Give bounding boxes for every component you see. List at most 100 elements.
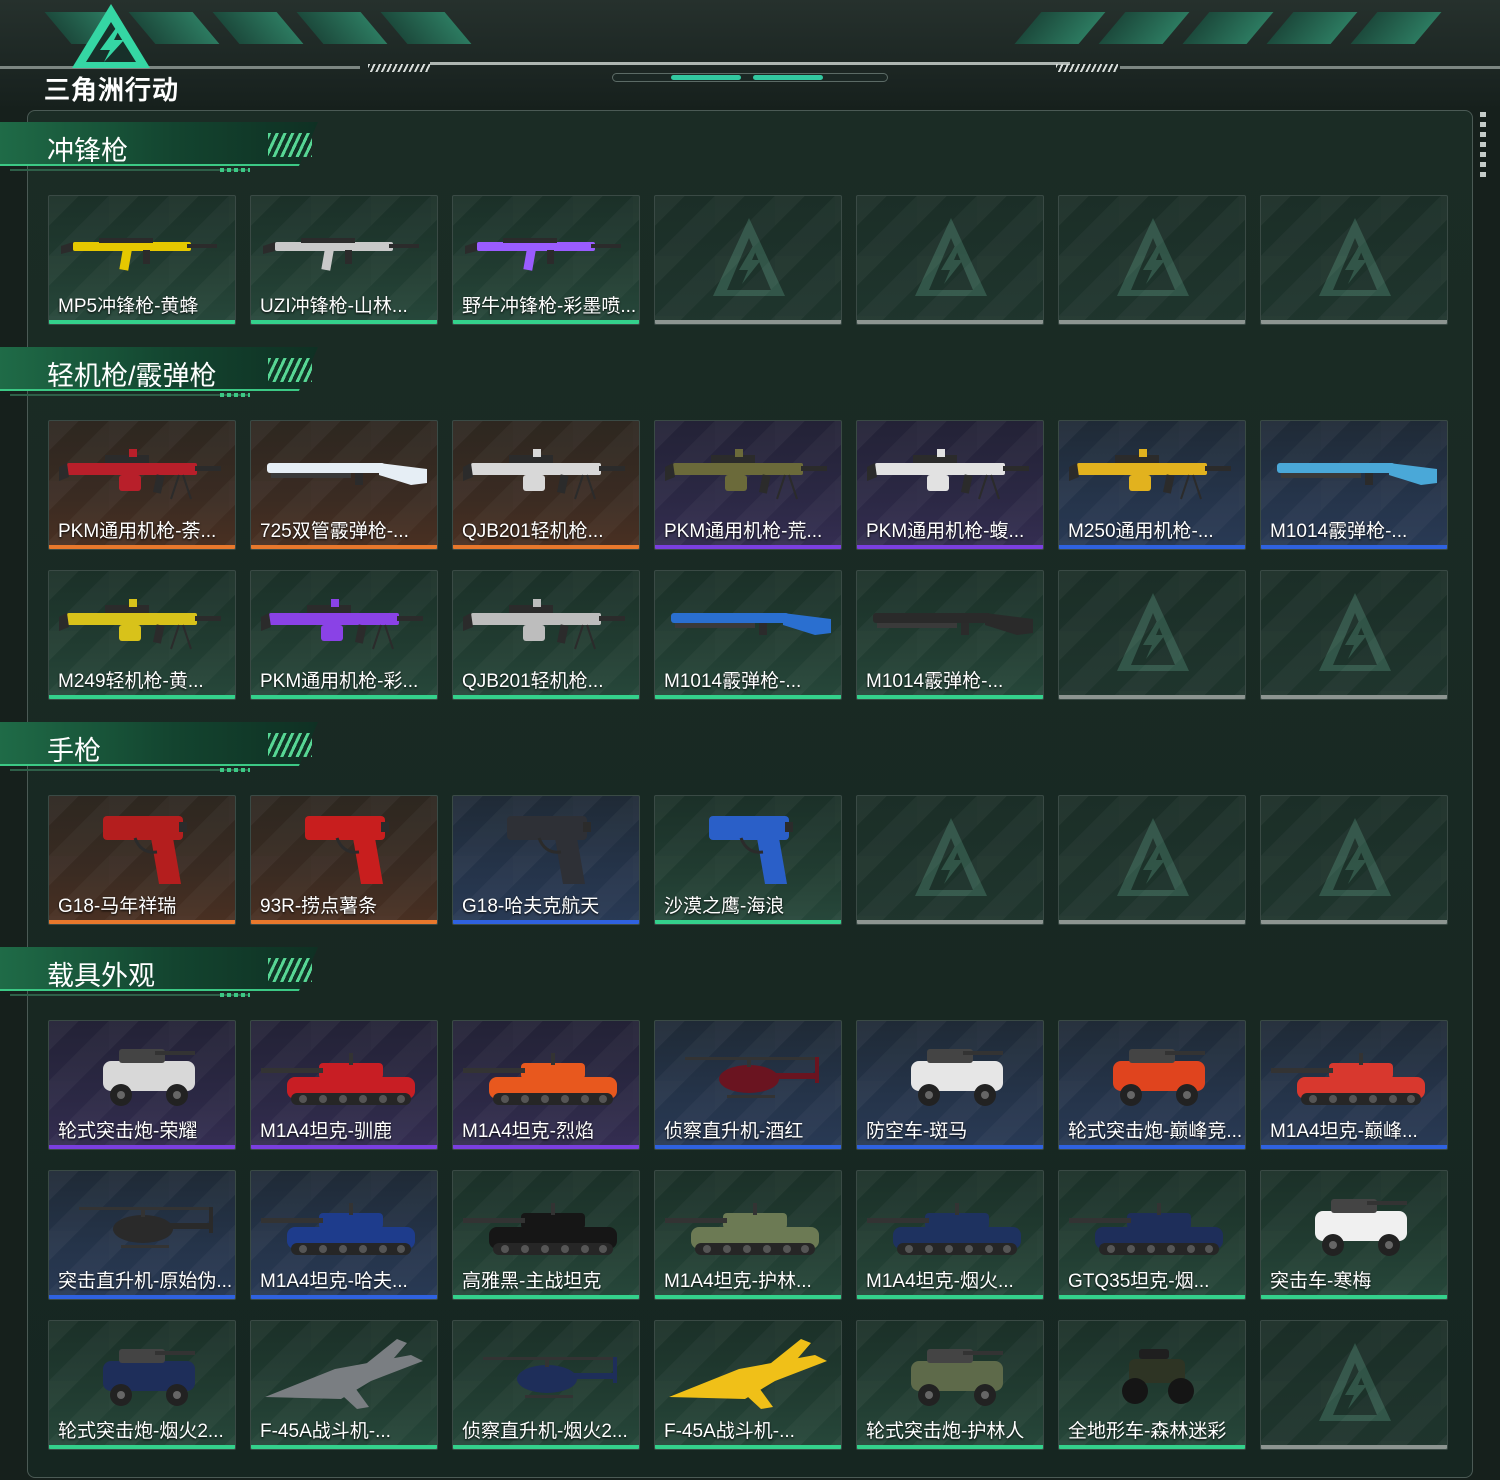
- item-label: F-45A战斗机-...: [664, 1421, 795, 1442]
- rarity-bar: [1261, 545, 1447, 549]
- machine-gun-icon: [1069, 449, 1231, 500]
- rarity-bar: [1059, 695, 1245, 699]
- helicopter-icon: [483, 1357, 617, 1398]
- item-card[interactable]: M250通用机枪-...: [1058, 420, 1246, 550]
- item-card[interactable]: M1014霰弹枪-...: [654, 570, 842, 700]
- item-label: M1A4坦克-驯鹿: [260, 1121, 392, 1142]
- item-card[interactable]: G18-哈夫克航天: [452, 795, 640, 925]
- item-card[interactable]: M1A4坦克-烈焰: [452, 1020, 640, 1150]
- item-row-pistol: G18-马年祥瑞 93R-捞点薯条 G18-哈夫克航天 沙漠之鹰-海浪: [48, 795, 1448, 925]
- section-header-smg: 冲锋枪: [0, 122, 330, 174]
- placeholder-logo-icon: [1117, 593, 1189, 671]
- item-card[interactable]: 93R-捞点薯条: [250, 795, 438, 925]
- item-card[interactable]: 725双管霰弹枪-...: [250, 420, 438, 550]
- item-card[interactable]: 轮式突击炮-烟火2...: [48, 1320, 236, 1450]
- item-card[interactable]: M1A4坦克-巅峰...: [1260, 1020, 1448, 1150]
- rarity-bar: [251, 545, 437, 549]
- item-label: 725双管霰弹枪-...: [260, 521, 409, 542]
- armored-car-icon: [911, 1049, 1003, 1106]
- item-card[interactable]: 沙漠之鹰-海浪: [654, 795, 842, 925]
- item-label: M1A4坦克-烟火...: [866, 1271, 1014, 1292]
- item-row-vehicle-1: 轮式突击炮-荣耀 M1A4坦克-驯鹿 M1A4坦克-烈焰 侦察直升机-酒红 防空…: [48, 1020, 1448, 1150]
- armored-car-icon: [911, 1349, 1003, 1406]
- item-card[interactable]: F-45A战斗机-...: [654, 1320, 842, 1450]
- item-card[interactable]: M1A4坦克-护林...: [654, 1170, 842, 1300]
- shotgun-icon: [671, 613, 831, 635]
- placeholder-logo-icon: [1319, 593, 1391, 671]
- item-card[interactable]: MP5冲锋枪-黄蜂: [48, 195, 236, 325]
- rarity-bar: [453, 1295, 639, 1299]
- rarity-bar: [1059, 320, 1245, 324]
- item-card[interactable]: M1A4坦克-驯鹿: [250, 1020, 438, 1150]
- rarity-bar: [49, 320, 235, 324]
- scrollbar[interactable]: [1480, 112, 1486, 182]
- item-card[interactable]: 轮式突击炮-护林人: [856, 1320, 1044, 1450]
- helicopter-icon: [79, 1207, 213, 1248]
- pistol-icon: [507, 816, 591, 884]
- tank-icon: [867, 1203, 1021, 1255]
- item-card[interactable]: PKM通用机枪-荼...: [48, 420, 236, 550]
- shotgun-icon: [1277, 463, 1437, 485]
- item-card[interactable]: QJB201轻机枪...: [452, 570, 640, 700]
- item-card[interactable]: 轮式突击炮-荣耀: [48, 1020, 236, 1150]
- item-card[interactable]: 突击直升机-原始伪...: [48, 1170, 236, 1300]
- item-card[interactable]: 突击车-寒梅: [1260, 1170, 1448, 1300]
- item-card[interactable]: 高雅黑-主战坦克: [452, 1170, 640, 1300]
- item-label: 轮式突击炮-护林人: [866, 1421, 1025, 1442]
- item-card[interactable]: 侦察直升机-酒红: [654, 1020, 842, 1150]
- rarity-bar: [655, 545, 841, 549]
- item-row-vehicle-2: 突击直升机-原始伪... M1A4坦克-哈夫... 高雅黑-主战坦克 M1A4坦…: [48, 1170, 1448, 1300]
- tank-icon: [665, 1203, 819, 1255]
- item-card[interactable]: 防空车-斑马: [856, 1020, 1044, 1150]
- rarity-bar: [251, 920, 437, 924]
- item-card[interactable]: M1014霰弹枪-...: [1260, 420, 1448, 550]
- item-card[interactable]: M1A4坦克-哈夫...: [250, 1170, 438, 1300]
- item-card[interactable]: 轮式突击炮-巅峰竞...: [1058, 1020, 1246, 1150]
- item-card[interactable]: M1014霰弹枪-...: [856, 570, 1044, 700]
- section-title: 轻机枪/霰弹枪: [47, 361, 217, 391]
- item-label: M1A4坦克-护林...: [664, 1271, 812, 1292]
- rarity-bar: [1261, 1445, 1447, 1449]
- placeholder-logo-icon: [1117, 818, 1189, 896]
- item-card[interactable]: M249轻机枪-黄...: [48, 570, 236, 700]
- pistol-icon: [709, 816, 793, 884]
- item-card[interactable]: 侦察直升机-烟火2...: [452, 1320, 640, 1450]
- item-card[interactable]: PKM通用机枪-蝮...: [856, 420, 1044, 550]
- rarity-bar: [251, 320, 437, 324]
- item-card[interactable]: G18-马年祥瑞: [48, 795, 236, 925]
- pistol-icon: [305, 816, 389, 884]
- item-label: PKM通用机枪-蝮...: [866, 521, 1025, 542]
- empty-slot: [856, 195, 1044, 325]
- item-label: PKM通用机枪-荼...: [58, 521, 217, 542]
- rarity-bar: [49, 1295, 235, 1299]
- shotgun-icon: [873, 613, 1033, 635]
- item-label: 侦察直升机-酒红: [664, 1121, 804, 1142]
- rarity-bar: [1059, 920, 1245, 924]
- item-card[interactable]: 野牛冲锋枪-彩墨喷...: [452, 195, 640, 325]
- section-title: 手枪: [47, 736, 101, 766]
- empty-slot: [654, 195, 842, 325]
- placeholder-logo-icon: [1319, 818, 1391, 896]
- game-title: 三角洲行动: [44, 75, 180, 105]
- item-label: M250通用机枪-...: [1068, 521, 1214, 542]
- item-card[interactable]: F-45A战斗机-...: [250, 1320, 438, 1450]
- item-card[interactable]: GTQ35坦克-烟...: [1058, 1170, 1246, 1300]
- item-card[interactable]: UZI冲锋枪-山林...: [250, 195, 438, 325]
- item-label: 防空车-斑马: [866, 1121, 968, 1142]
- rarity-bar: [655, 695, 841, 699]
- item-card[interactable]: PKM通用机枪-荒...: [654, 420, 842, 550]
- page-indicator: [612, 73, 888, 82]
- pistol-icon: [103, 816, 187, 884]
- rarity-bar: [857, 1445, 1043, 1449]
- rarity-bar: [251, 695, 437, 699]
- item-card[interactable]: M1A4坦克-烟火...: [856, 1170, 1044, 1300]
- section-title: 载具外观: [47, 961, 155, 991]
- item-card[interactable]: 全地形车-森林迷彩: [1058, 1320, 1246, 1450]
- rarity-bar: [1261, 1295, 1447, 1299]
- tank-icon: [261, 1203, 415, 1255]
- item-card[interactable]: QJB201轻机枪...: [452, 420, 640, 550]
- rarity-bar: [857, 1145, 1043, 1149]
- item-card[interactable]: PKM通用机枪-彩...: [250, 570, 438, 700]
- item-label: 轮式突击炮-巅峰竞...: [1068, 1121, 1243, 1142]
- item-row-lmg-1: PKM通用机枪-荼... 725双管霰弹枪-... QJB201轻机枪... P…: [48, 420, 1448, 550]
